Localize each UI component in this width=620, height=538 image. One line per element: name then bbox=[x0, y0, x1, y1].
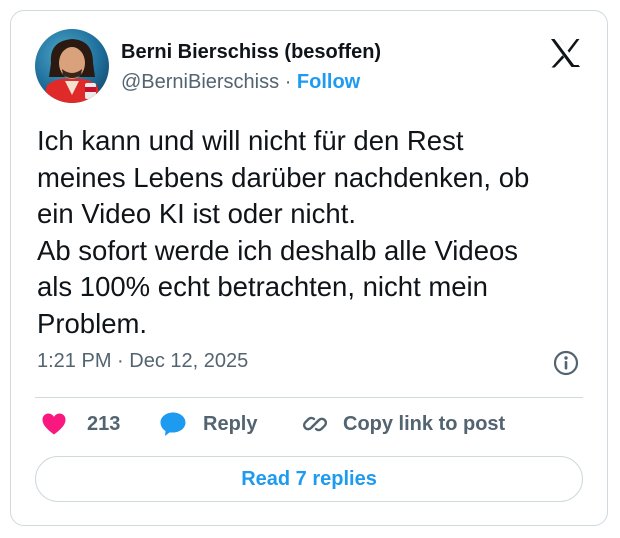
author-handle-row: @BerniBierschiss · Follow bbox=[121, 71, 360, 94]
tweet-text-line: ein Video KI ist oder nicht. bbox=[37, 198, 356, 229]
read-replies-button[interactable]: Read 7 replies bbox=[35, 456, 583, 502]
like-button[interactable]: 213 bbox=[41, 409, 120, 439]
speech-bubble-icon bbox=[160, 412, 186, 436]
action-bar: 213 Reply Copy link to post bbox=[37, 409, 597, 439]
tweet-timestamp[interactable]: 1:21 PM · Dec 12, 2025 bbox=[37, 350, 248, 373]
tweet-card: Berni Bierschiss (besoffen) @BerniBiersc… bbox=[10, 10, 608, 526]
link-icon bbox=[302, 416, 328, 432]
read-replies-label: Read 7 replies bbox=[241, 467, 377, 490]
reply-button[interactable]: Reply bbox=[159, 409, 257, 439]
tweet-text-line: meines Lebens darüber nachdenken, ob bbox=[37, 161, 530, 193]
follow-button[interactable]: Follow bbox=[297, 71, 360, 93]
tweet-text-line: Ab sofort werde ich deshalb alle Videos bbox=[37, 234, 519, 266]
author-display-name[interactable]: Berni Bierschiss (besoffen) bbox=[121, 41, 381, 64]
tweet-text: Ich kann und will nicht für den Rest mei… bbox=[37, 123, 597, 342]
tweet-text-line: Ich kann und will nicht für den Rest bbox=[37, 125, 464, 156]
copy-link-button[interactable]: Copy link to post bbox=[301, 409, 505, 439]
copy-link-label: Copy link to post bbox=[343, 412, 506, 435]
divider bbox=[35, 397, 583, 398]
heart-icon bbox=[42, 413, 66, 435]
avatar-image bbox=[35, 29, 109, 103]
handle-separator: · bbox=[284, 71, 292, 93]
avatar[interactable] bbox=[35, 29, 109, 103]
tweet-text-line: Problem. bbox=[37, 307, 148, 339]
author-handle[interactable]: @BerniBierschiss bbox=[121, 71, 279, 93]
like-count: 213 bbox=[87, 412, 121, 435]
reply-label: Reply bbox=[203, 412, 258, 435]
info-icon[interactable] bbox=[553, 350, 579, 376]
tweet-text-line: als 100% echt betrachten, nicht mein bbox=[37, 271, 488, 302]
x-logo-icon[interactable] bbox=[547, 35, 583, 71]
